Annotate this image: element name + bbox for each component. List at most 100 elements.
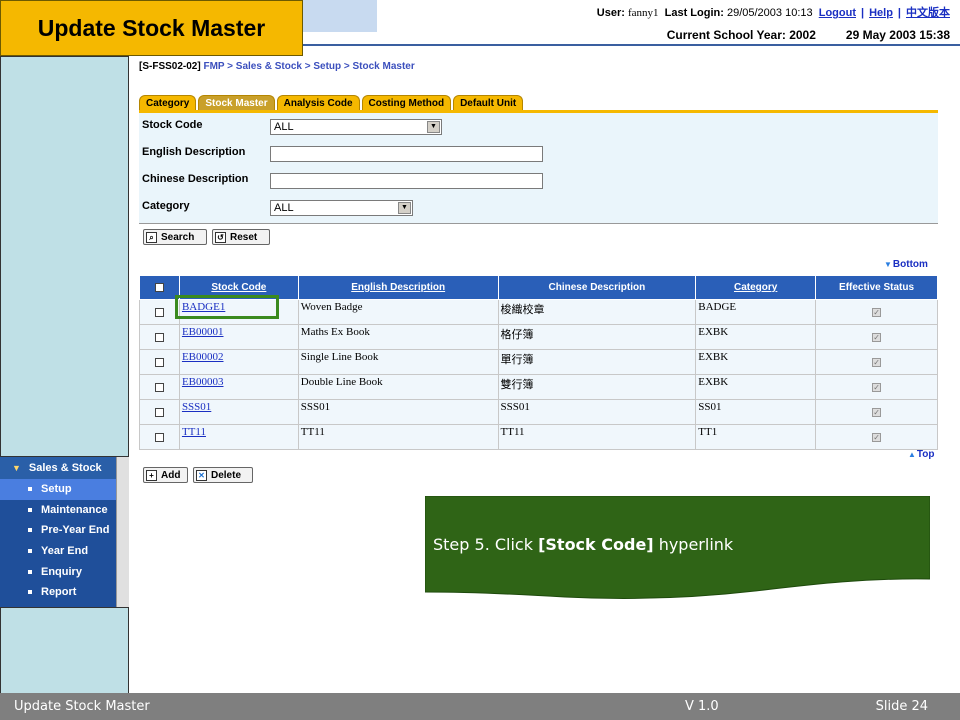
header-sep-1: |: [861, 7, 865, 19]
chinese-description-input[interactable]: [270, 173, 543, 189]
chinese-description-cell: SSS01: [497, 399, 697, 425]
add-icon: +: [146, 469, 157, 481]
school-year: Current School Year: 2002: [666, 28, 816, 42]
top-link-label: Top: [916, 449, 935, 460]
chinese-description-cell: TT11: [497, 424, 697, 450]
english-description-label: English Description: [142, 146, 246, 158]
bullet-icon: [28, 549, 32, 554]
delete-button-label: Delete: [211, 469, 242, 481]
chinese-description-label: Chinese Description: [142, 173, 249, 185]
chinese-description-cell: 格仔簿: [497, 324, 697, 350]
select-all-cell: [139, 275, 180, 300]
sidebar-item-maintenance[interactable]: Maintenance: [0, 500, 116, 521]
stock-code-link[interactable]: EB00001: [182, 326, 224, 338]
delete-button[interactable]: ✕ Delete: [193, 467, 253, 483]
stock-code-link[interactable]: EB00002: [182, 351, 224, 363]
select-all-checkbox[interactable]: [154, 282, 164, 292]
bottom-link[interactable]: ▼Bottom: [884, 259, 928, 270]
row-select-cell: [139, 424, 180, 450]
row-checkbox[interactable]: [154, 358, 164, 368]
footer-version: V 1.0: [685, 699, 719, 714]
category-cell: EXBK: [695, 374, 817, 400]
effective-status-header: Effective Status: [815, 275, 938, 300]
stock-code-select[interactable]: ALL ▼: [270, 119, 442, 135]
tab-default-unit[interactable]: Default Unit: [453, 95, 524, 111]
sidebar-item-enquiry[interactable]: Enquiry: [0, 561, 116, 582]
bottom-link-label: Bottom: [892, 259, 928, 270]
effective-status-cell: ✓: [815, 374, 938, 400]
category-cell: BADGE: [695, 299, 817, 325]
category-cell: SS01: [695, 399, 817, 425]
reset-button[interactable]: ↺ Reset: [212, 229, 270, 245]
sidebar-scrollbar[interactable]: [116, 457, 129, 607]
sidebar-item-label: Pre-Year End: [41, 524, 110, 537]
english-description-cell: Maths Ex Book: [297, 324, 499, 350]
stock-code-link[interactable]: EB00003: [182, 376, 224, 388]
sidebar-item-year-end[interactable]: Year End: [0, 541, 116, 562]
screen-code: [S-FSS02-02]: [139, 61, 201, 72]
sidebar-item-setup[interactable]: Setup: [0, 479, 116, 500]
chinese-description-header: Chinese Description: [497, 275, 697, 300]
category-select[interactable]: ALL ▼: [270, 200, 413, 216]
sidebar-item-report[interactable]: Report: [0, 582, 116, 603]
stock-code-link[interactable]: TT11: [182, 426, 206, 438]
bullet-icon: [28, 487, 32, 492]
reset-button-label: Reset: [230, 231, 258, 243]
tab-analysis-code[interactable]: Analysis Code: [276, 95, 360, 111]
left-panel-top: [0, 56, 129, 457]
logout-link[interactable]: Logout: [819, 7, 856, 19]
row-checkbox[interactable]: [154, 433, 164, 443]
chinese-version-link[interactable]: 中文版本: [906, 7, 950, 19]
stock-code-cell: EB00002: [178, 349, 299, 375]
step-bold: [Stock Code]: [538, 535, 654, 554]
tab-costing-method[interactable]: Costing Method: [361, 95, 452, 111]
table-row: EB00002 Single Line Book 單行簿 EXBK ✓: [139, 349, 938, 375]
row-checkbox[interactable]: [154, 308, 164, 318]
sidebar-item-pre-year-end[interactable]: Pre-Year End: [0, 520, 116, 541]
stock-code-cell: TT11: [178, 424, 299, 450]
effective-status-cell: ✓: [815, 399, 938, 425]
effective-status-checkbox: ✓: [872, 383, 882, 393]
chinese-description-cell: 單行簿: [497, 349, 697, 375]
nav-list: Setup Maintenance Pre-Year End Year End …: [0, 479, 116, 607]
header-divider: [303, 44, 960, 46]
top-link[interactable]: ▲Top: [908, 449, 935, 460]
stock-code-highlight-box: [175, 295, 279, 319]
footer-slide-number: Slide 24: [875, 699, 928, 714]
row-checkbox[interactable]: [154, 333, 164, 343]
search-button[interactable]: ⌕ Search: [143, 229, 207, 245]
sidebar-item-label: Report: [41, 586, 77, 599]
row-checkbox[interactable]: [154, 383, 164, 393]
english-description-cell: TT11: [297, 424, 499, 450]
stock-code-link[interactable]: SSS01: [182, 401, 211, 413]
row-select-cell: [139, 374, 180, 400]
sidebar-item-label: Maintenance: [41, 503, 108, 516]
row-select-cell: [139, 324, 180, 350]
english-description-header[interactable]: English Description: [297, 275, 499, 300]
filter-divider: [139, 223, 938, 224]
footer-title: Update Stock Master: [14, 699, 150, 714]
english-description-input[interactable]: [270, 146, 543, 162]
row-checkbox[interactable]: [154, 408, 164, 418]
step-prefix: Step 5. Click: [433, 535, 539, 554]
breadcrumb-path: FMP > Sales & Stock > Setup > Stock Mast…: [203, 61, 415, 72]
category-header[interactable]: Category: [695, 275, 817, 300]
current-datetime: 29 May 2003 15:38: [845, 28, 950, 42]
help-link[interactable]: Help: [869, 7, 893, 19]
tab-stock-master[interactable]: Stock Master: [198, 95, 275, 111]
slide-footer: Update Stock Master V 1.0 Slide 24: [0, 693, 960, 720]
stock-code-select-value: ALL: [274, 121, 294, 133]
effective-status-checkbox: ✓: [872, 308, 882, 318]
nav-heading[interactable]: ▼ Sales & Stock: [0, 457, 116, 479]
category-select-value: ALL: [274, 202, 294, 214]
add-button[interactable]: + Add: [143, 467, 188, 483]
tab-category[interactable]: Category: [139, 95, 197, 111]
filter-panel: Stock Code ALL ▼ English Description Chi…: [139, 113, 938, 223]
bullet-icon: [28, 590, 32, 595]
search-icon: ⌕: [146, 231, 157, 243]
nav-heading-label: Sales & Stock: [28, 462, 102, 474]
tab-bar: Category Stock Master Analysis Code Cost…: [139, 95, 525, 111]
add-button-label: Add: [161, 469, 181, 481]
effective-status-cell: ✓: [815, 324, 938, 350]
effective-status-cell: ✓: [815, 424, 938, 450]
